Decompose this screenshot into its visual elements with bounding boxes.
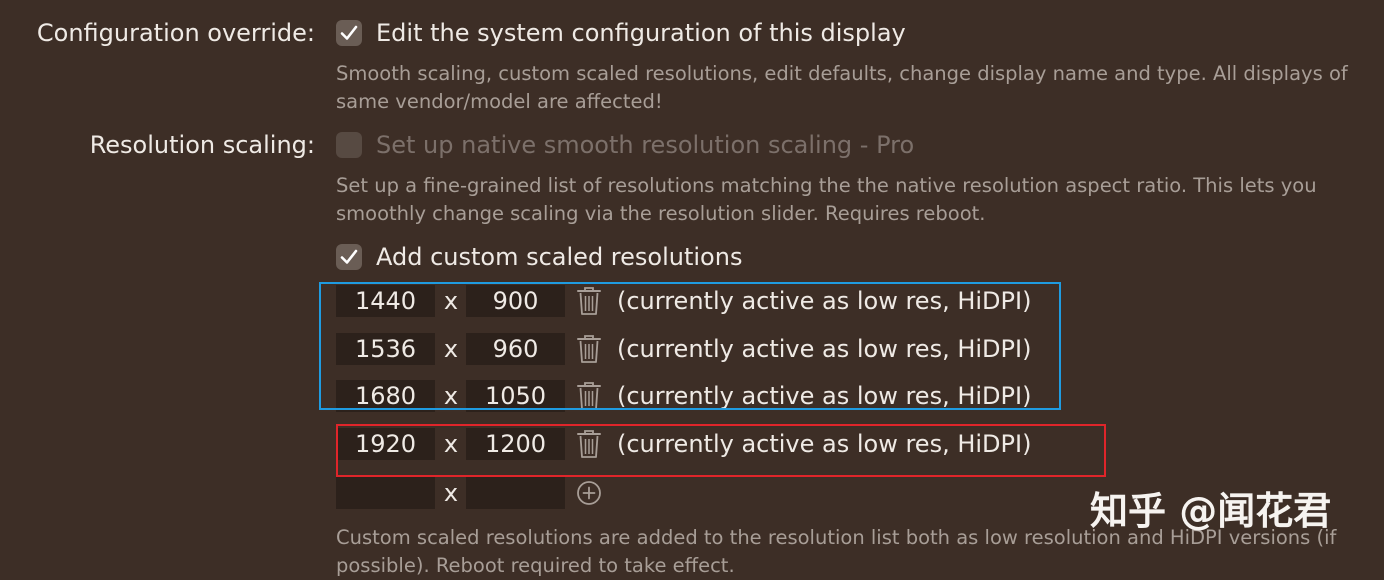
native-smooth-scaling-label[interactable]: Set up native smooth resolution scaling … [376,130,914,160]
custom-resolutions-checkbox[interactable] [336,244,362,270]
edit-system-config-checkbox[interactable] [336,20,362,46]
add-resolution-button[interactable] [576,480,602,506]
checkmark-icon [340,25,358,40]
new-height-input[interactable] [466,477,565,509]
plus-circle-icon [577,481,601,505]
resolution-scaling-label: Resolution scaling: [89,131,315,159]
native-smooth-scaling-checkbox[interactable] [336,132,362,158]
blue-highlight-box [319,282,1061,410]
watermark: 知乎 @闻花君 [1090,489,1332,533]
config-override-label: Configuration override: [36,19,315,47]
custom-resolutions-label[interactable]: Add custom scaled resolutions [376,242,742,272]
edit-system-config-label[interactable]: Edit the system configuration of this di… [376,18,906,48]
times-symbol: x [443,479,459,507]
native-scaling-description: Set up a fine-grained list of resolution… [336,174,1317,225]
new-width-input[interactable] [336,477,435,509]
red-highlight-box [336,424,1106,477]
config-override-description: Smooth scaling, custom scaled resolution… [336,62,1348,113]
checkmark-icon [340,249,358,264]
